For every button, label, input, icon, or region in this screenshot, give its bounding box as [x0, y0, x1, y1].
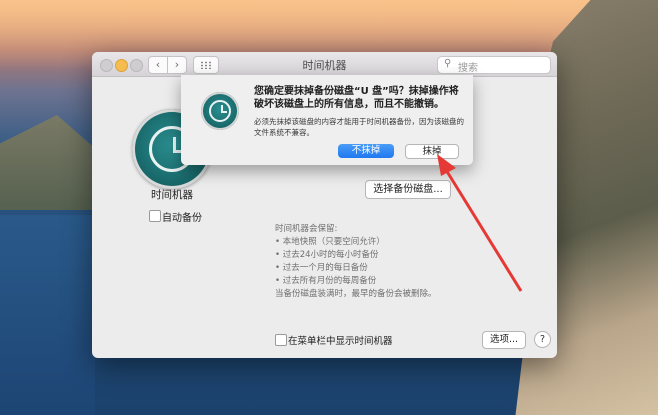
sheet-message: 必须先抹掉该磁盘的内容才能用于时间机器备份，因为该磁盘的文件系统不兼容。: [254, 117, 464, 137]
show-in-menubar-checkbox[interactable]: [275, 334, 287, 346]
keeps-item: • 过去24小时的每小时备份: [275, 250, 379, 260]
dont-erase-button[interactable]: 不抹掉: [338, 144, 394, 158]
help-button[interactable]: ?: [534, 331, 551, 348]
show-in-menubar-label[interactable]: 在菜单栏中显示时间机器: [288, 333, 393, 347]
time-machine-icon: [201, 92, 239, 130]
keeps-item: • 过去一个月的每日备份: [275, 263, 368, 273]
sheet-title: 您确定要抹掉备份磁盘“U 盘”吗？抹掉操作将破坏该磁盘上的所有信息，而且不能撤销…: [254, 86, 459, 110]
auto-backup-checkbox[interactable]: [149, 210, 161, 222]
search-placeholder: 搜索: [458, 63, 478, 74]
auto-backup-label[interactable]: 自动备份: [162, 209, 202, 224]
options-button[interactable]: 选项...: [482, 331, 526, 349]
titlebar: ‹ › 时间机器 ⚲ 搜索: [92, 52, 557, 77]
erase-button[interactable]: 抹掉: [405, 144, 459, 159]
keeps-list: • 本地快照（只要空间允许） • 过去24小时的每小时备份 • 过去一个月的每日…: [275, 236, 385, 288]
clock-face: [209, 100, 231, 122]
oldest-backup-note: 当备份磁盘装满时，最早的备份会被删除。: [275, 289, 437, 299]
desktop-sea: [0, 215, 95, 415]
app-name-label: 时间机器: [151, 189, 193, 201]
erase-confirmation-sheet: 您确定要抹掉备份磁盘“U 盘”吗？抹掉操作将破坏该磁盘上的所有信息，而且不能撤销…: [181, 75, 473, 165]
magnifier-icon: ⚲: [444, 58, 452, 69]
search-field[interactable]: ⚲ 搜索: [437, 56, 551, 74]
select-backup-disk-button[interactable]: 选择备份磁盘...: [365, 180, 451, 199]
keeps-title: 时间机器会保留:: [275, 224, 338, 234]
desktop-mountain-left: [0, 115, 95, 210]
clock-hand-minute: [221, 111, 227, 113]
keeps-item: • 本地快照（只要空间允许）: [275, 237, 385, 247]
